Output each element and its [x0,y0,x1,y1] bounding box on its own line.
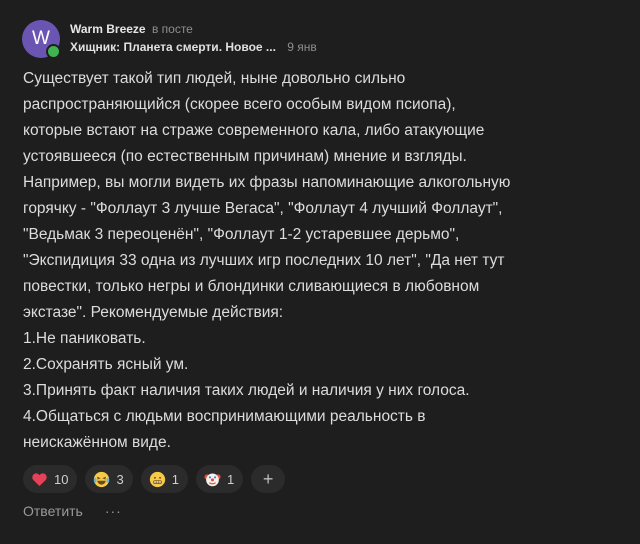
comment-line: 3.Принять факт наличия таких людей и нал… [23,382,470,399]
in-post-label: в посте [151,22,193,36]
grimace-emoji-icon [149,471,166,488]
reaction-heart[interactable]: 10 [23,465,78,493]
comment-actions: Ответить ··· [23,503,122,519]
comment-line: которые встают на страже современного ка… [23,122,485,139]
reaction-clown[interactable]: 1 [195,465,244,493]
comment-card: W Warm Breeze в посте Хищник: Планета см… [0,0,640,544]
comment-line: "Ведьмак 3 переоценён", "Фоллаут 1-2 уст… [23,226,460,243]
reaction-laughing-tears[interactable]: 3 [85,465,133,493]
plus-icon: + [262,468,274,489]
clown-emoji-icon [204,471,221,488]
comment-line: неискажённом виде. [23,434,171,451]
reaction-grimace[interactable]: 1 [140,465,188,493]
comment-line: устоявшееся (по естественным причинам) м… [23,148,467,165]
reaction-count: 10 [54,471,69,487]
comment-line: повестки, только негры и блондинки слива… [23,278,480,295]
comment-line: 2.Сохранять ясный ум. [23,356,189,373]
comment-line: горячку - "Фоллаут 3 лучше Вегаса", "Фол… [23,200,503,217]
reply-button[interactable]: Ответить [23,503,83,519]
reaction-count: 1 [226,471,235,487]
comment-line: Существует такой тип людей, ныне довольн… [23,70,406,87]
heart-icon [31,471,48,488]
comment-text: Существует такой тип людей, ныне довольн… [23,66,623,456]
more-options-icon[interactable]: ··· [105,503,122,519]
comment-line: "Экспидиция 33 одна из лучших игр послед… [23,252,505,269]
author-line: Warm Breeze в посте [70,22,193,36]
comment-line: 1.Не паниковать. [23,330,146,347]
laughing-tears-emoji-icon [93,471,110,488]
avatar[interactable]: W [22,20,61,59]
online-status-dot [46,44,61,59]
post-line: Хищник: Планета смерти. Новое ... 9 янв [70,40,317,54]
comment-line: 4.Общаться с людьми воспринимающими реал… [23,408,426,425]
reactions-bar: 10 3 1 1 + [23,465,286,493]
comment-line: экстазе". Рекомендуемые действия: [23,304,284,321]
post-title-link[interactable]: Хищник: Планета смерти. Новое ... [70,40,276,54]
reaction-count: 3 [116,471,124,487]
author-name[interactable]: Warm Breeze [70,22,146,36]
reaction-count: 1 [171,471,179,487]
comment-date[interactable]: 9 янв [287,40,317,54]
comment-line: распространяющийся (скорее всего особым … [23,96,456,113]
add-reaction-button[interactable]: + [251,465,286,493]
comment-line: Например, вы могли видеть их фразы напом… [23,174,511,191]
